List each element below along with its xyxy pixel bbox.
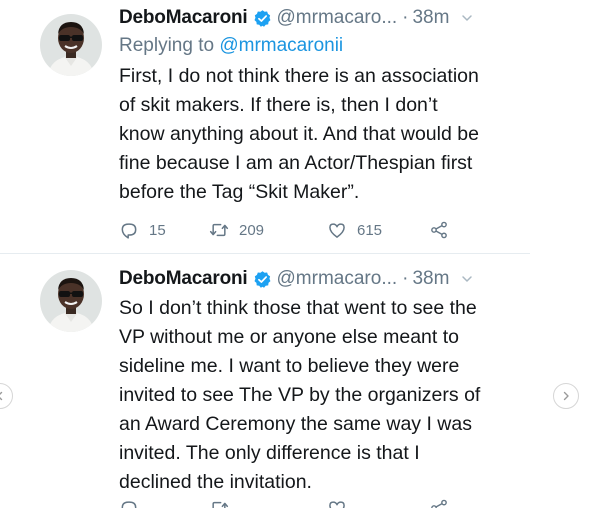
tweet-text-line: So I don’t think those that went to see … <box>119 297 477 319</box>
avatar[interactable] <box>40 270 102 332</box>
user-handle[interactable]: @mrmacaro... <box>277 7 398 29</box>
screenshot: DeboMacaroni @mrmacaro... · 38m Replying… <box>0 0 590 508</box>
tweet-text-line: sideline me. I want to believe they were <box>119 355 460 377</box>
share-button[interactable] <box>429 219 449 241</box>
reply-button[interactable]: 15 <box>119 219 166 241</box>
tweet-text-line: fine because I am an Actor/Thespian firs… <box>119 152 473 174</box>
retweet-count: 209 <box>239 221 265 239</box>
tweet-text-line: First, I do not think there is an associ… <box>119 65 479 87</box>
avatar-image <box>40 14 102 76</box>
tweet-text-line: invited to see The VP by the organizers … <box>119 384 481 406</box>
tweet-2[interactable]: DeboMacaroni @mrmacaro... · 38m So I don… <box>0 254 530 508</box>
heart-icon <box>329 223 345 238</box>
avatar-image <box>40 270 102 332</box>
chevron-right-icon <box>563 391 569 401</box>
avatar[interactable] <box>40 14 102 76</box>
timestamp[interactable]: 38m <box>412 268 449 290</box>
chevron-down-icon[interactable] <box>461 12 473 24</box>
tweet-text-line: before the Tag “Skit Maker”. <box>119 181 360 203</box>
tweet-text-line: VP without me or anyone else meant to <box>119 326 460 348</box>
tweet-text-line: declined the invitation. <box>119 471 312 493</box>
separator-dot: · <box>402 7 409 28</box>
display-name[interactable]: DeboMacaroni <box>119 7 248 29</box>
heart-icon <box>329 501 345 508</box>
replying-to: Replying to @mrmacaronii <box>119 33 529 59</box>
chevron-down-icon[interactable] <box>461 273 473 285</box>
retweet-button[interactable]: 209 <box>209 219 264 241</box>
tweet-1[interactable]: DeboMacaroni @mrmacaro... · 38m Replying… <box>0 0 530 254</box>
verified-badge-icon <box>253 270 272 289</box>
reply-count: 15 <box>149 221 166 239</box>
verified-badge-icon <box>253 9 272 28</box>
tweet-header: DeboMacaroni @mrmacaro... · 38m <box>119 266 529 292</box>
tweet-text-line: know anything about it. And that would b… <box>119 123 479 145</box>
tweet-content: DeboMacaroni @mrmacaro... · 38m So I don… <box>119 266 529 497</box>
tweet-text-line: an Award Ceremony the same way I was <box>119 413 472 435</box>
user-handle[interactable]: @mrmacaro... <box>277 268 398 290</box>
carousel-next-button[interactable] <box>553 383 579 409</box>
retweet-button[interactable] <box>209 497 239 508</box>
reply-icon <box>121 223 137 239</box>
tweet-text: So I don’t think those that went to see … <box>119 294 529 497</box>
tweet-content: DeboMacaroni @mrmacaro... · 38m Replying… <box>119 5 529 207</box>
like-button[interactable]: 615 <box>327 219 382 241</box>
display-name[interactable]: DeboMacaroni <box>119 268 248 290</box>
replying-to-label: Replying to <box>119 35 215 56</box>
timestamp[interactable]: 38m <box>412 7 449 29</box>
retweet-icon <box>212 501 229 508</box>
share-button[interactable] <box>429 497 449 508</box>
like-button[interactable] <box>327 497 357 508</box>
reply-icon <box>121 501 137 508</box>
reply-button[interactable] <box>119 497 149 508</box>
separator-dot: · <box>402 268 409 289</box>
share-icon <box>431 499 447 508</box>
share-icon <box>431 221 447 239</box>
replying-to-handle[interactable]: @mrmacaronii <box>219 35 343 56</box>
tweet-text-line: invited. The only difference is that I <box>119 442 420 464</box>
tweet-text: First, I do not think there is an associ… <box>119 62 529 207</box>
like-count: 615 <box>357 221 383 239</box>
retweet-icon <box>209 223 229 237</box>
tweet-header: DeboMacaroni @mrmacaro... · 38m <box>119 5 529 31</box>
tweet-text-line: of skit makers. If there is, then I don’… <box>119 94 438 116</box>
